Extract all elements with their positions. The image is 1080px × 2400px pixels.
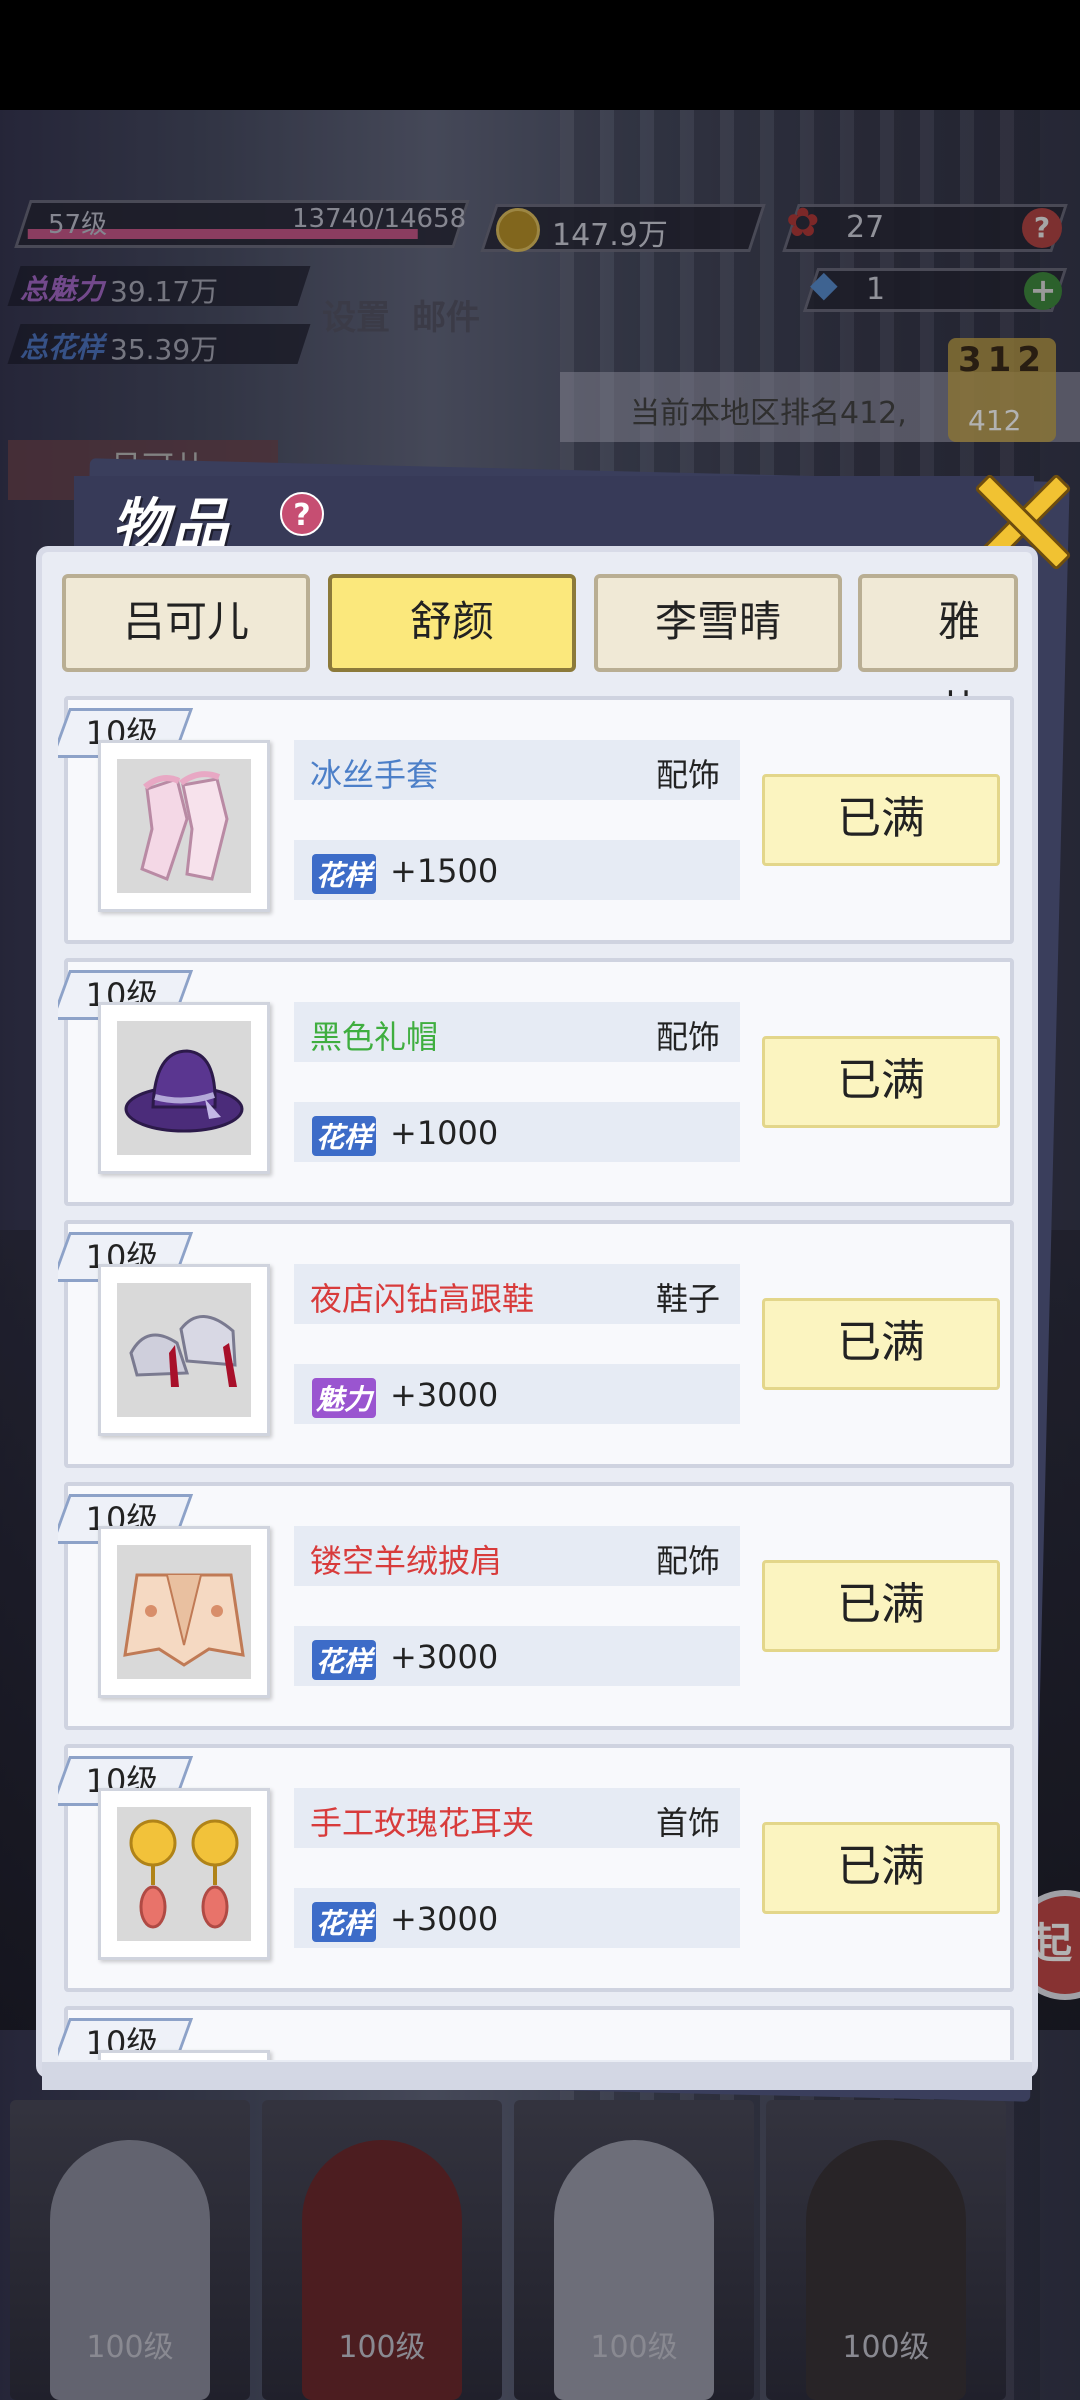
attr-value: +3000 xyxy=(390,1638,499,1676)
pattern-badge: 花样 xyxy=(312,1902,377,1942)
modal-footer xyxy=(42,2062,1032,2090)
shawl-icon xyxy=(117,1545,251,1679)
item-category: 首饰 xyxy=(655,1804,720,1842)
item-attr-row: 花样 +3000 xyxy=(294,1626,740,1686)
item-icon-frame[interactable] xyxy=(98,740,270,912)
item-icon-frame[interactable] xyxy=(98,1526,270,1698)
item-row: 10级 镂空羊绒披肩 配饰 花样 +3000 已满 xyxy=(58,1482,1014,1730)
item-row: 10级 手工玫瑰花耳夹 首饰 花样 +3000 已满 xyxy=(58,1744,1014,1992)
tab-character-2[interactable]: 舒颜 xyxy=(328,574,576,672)
modal-help-button[interactable]: ? xyxy=(280,492,324,536)
item-attr-row: 花样 +3000 xyxy=(294,1888,740,1948)
item-name: 夜店闪钻高跟鞋 xyxy=(310,1280,535,1318)
hat-icon xyxy=(117,1021,251,1155)
item-name-row: 黑色礼帽 配饰 xyxy=(294,1002,740,1062)
item-attr-row: 花样 +1500 xyxy=(294,840,740,900)
status-bar xyxy=(0,0,1080,110)
gloves-icon xyxy=(117,759,251,893)
item-name: 黑色礼帽 xyxy=(310,1018,439,1056)
maxed-button[interactable]: 已满 xyxy=(762,774,1000,866)
item-icon-frame[interactable] xyxy=(98,1788,270,1960)
item-icon-frame[interactable] xyxy=(98,2050,270,2060)
heels-icon xyxy=(117,1283,251,1417)
pattern-badge: 花样 xyxy=(312,854,377,894)
tab-character-3[interactable]: 李雪晴 xyxy=(594,574,842,672)
item-row: 10级 黑色礼帽 配饰 花样 +1000 已满 xyxy=(58,958,1014,1206)
item-name-row: 手工玫瑰花耳夹 首饰 xyxy=(294,1788,740,1848)
item-name: 镂空羊绒披肩 xyxy=(310,1542,503,1580)
attr-value: +1500 xyxy=(390,852,499,890)
item-icon-frame[interactable] xyxy=(98,1264,270,1436)
item-category: 配饰 xyxy=(655,1018,720,1056)
tab-character-4[interactable]: 雅儿 xyxy=(858,574,1018,734)
item-icon-frame[interactable] xyxy=(98,1002,270,1174)
attr-value: +1000 xyxy=(390,1114,499,1152)
maxed-button[interactable]: 已满 xyxy=(762,1036,1000,1128)
pattern-badge: 花样 xyxy=(312,1116,377,1156)
item-category: 配饰 xyxy=(655,756,720,794)
earrings-icon xyxy=(117,1807,251,1941)
item-attr-row: 花样 +1000 xyxy=(294,1102,740,1162)
item-name: 手工玫瑰花耳夹 xyxy=(310,1804,535,1842)
maxed-button[interactable]: 已满 xyxy=(762,1560,1000,1652)
attr-value: +3000 xyxy=(390,1900,499,1938)
modal-title: 物品 xyxy=(112,493,232,558)
item-row: 10级 冰丝手套 配饰 花样 +1500 已满 xyxy=(58,696,1014,944)
item-attr-row: 魅力 +3000 xyxy=(294,1364,740,1424)
item-name-row: 夜店闪钻高跟鞋 鞋子 xyxy=(294,1264,740,1324)
charm-badge: 魅力 xyxy=(312,1378,377,1418)
item-name-row: 冰丝手套 配饰 xyxy=(294,740,740,800)
item-category: 配饰 xyxy=(655,1542,720,1580)
pattern-badge: 花样 xyxy=(312,1640,377,1680)
maxed-button[interactable]: 已满 xyxy=(762,1298,1000,1390)
item-list[interactable]: 10级 冰丝手套 配饰 花样 +1500 已满 10级 黑色礼帽 配饰 花样 +… xyxy=(58,696,1018,2060)
item-category: 鞋子 xyxy=(655,1280,720,1318)
item-row: 10级 xyxy=(58,2006,1014,2060)
maxed-button[interactable]: 已满 xyxy=(762,1822,1000,1914)
item-row: 10级 夜店闪钻高跟鞋 鞋子 魅力 +3000 已满 xyxy=(58,1220,1014,1468)
tab-character-1[interactable]: 吕可儿 xyxy=(62,574,310,672)
attr-value: +3000 xyxy=(390,1376,499,1414)
item-name: 冰丝手套 xyxy=(310,756,439,794)
item-name-row: 镂空羊绒披肩 配饰 xyxy=(294,1526,740,1586)
